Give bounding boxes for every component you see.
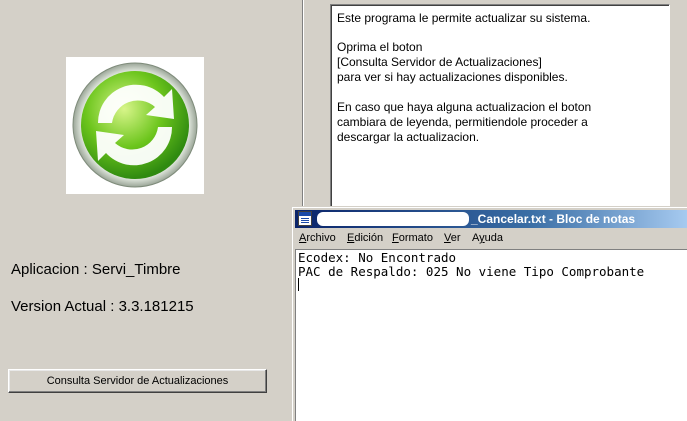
- info-line: cambiara de leyenda, permitiendole proce…: [337, 115, 588, 129]
- menu-archivo[interactable]: Archivo: [299, 232, 336, 244]
- info-line: para ver si hay actualizaciones disponib…: [337, 70, 568, 84]
- notepad-window[interactable]: _Cancelar.txt - Bloc de notas Archivo Ed…: [291, 206, 687, 421]
- notepad-menubar: Archivo Edición Formato Ver Ayuda: [295, 229, 687, 248]
- check-updates-button[interactable]: Consulta Servidor de Actualizaciones: [8, 369, 267, 393]
- info-line: Este programa le permite actualizar su s…: [337, 11, 591, 25]
- menu-ver[interactable]: Ver: [444, 232, 461, 244]
- redacted-filename: [317, 212, 469, 226]
- info-line: descargar la actualizacion.: [337, 130, 480, 144]
- text-line: Ecodex: No Encontrado: [298, 250, 457, 265]
- text-line: PAC de Respaldo: 025 No viene Tipo Compr…: [298, 264, 645, 279]
- application-label: Aplicacion : Servi_Timbre: [11, 261, 181, 278]
- info-line: Oprima el boton: [337, 40, 423, 54]
- menu-edicion[interactable]: Edición: [347, 232, 383, 244]
- refresh-arrows-icon: [72, 62, 198, 188]
- notepad-titlebar[interactable]: _Cancelar.txt - Bloc de notas: [295, 210, 687, 228]
- text-caret: [298, 278, 299, 291]
- version-label: Version Actual : 3.3.181215: [11, 298, 194, 315]
- notepad-title: _Cancelar.txt - Bloc de notas: [471, 212, 636, 226]
- menu-formato[interactable]: Formato: [392, 232, 433, 244]
- menu-ayuda[interactable]: Ayuda: [472, 232, 503, 244]
- info-line: [Consulta Servidor de Actualizaciones]: [337, 55, 542, 69]
- notepad-text-area[interactable]: Ecodex: No Encontrado PAC de Respaldo: 0…: [295, 249, 687, 421]
- info-textbox[interactable]: Este programa le permite actualizar su s…: [330, 4, 670, 209]
- updater-panel: Aplicacion : Servi_Timbre Version Actual…: [0, 0, 300, 421]
- update-logo: [66, 57, 204, 194]
- notepad-icon: [298, 211, 312, 226]
- info-line: En caso que haya alguna actualizacion el…: [337, 100, 592, 114]
